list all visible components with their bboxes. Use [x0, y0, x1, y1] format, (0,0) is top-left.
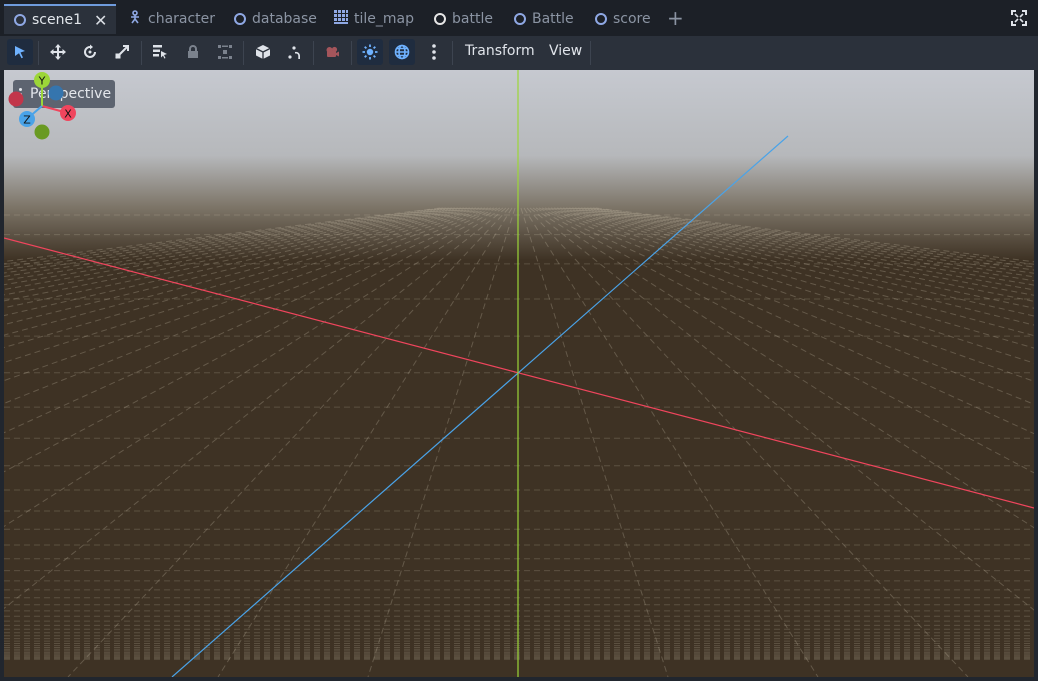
gizmo-neg-z-handle[interactable]	[48, 85, 64, 101]
environment-preview-icon[interactable]	[389, 39, 415, 65]
gizmo-y-label: Y	[38, 75, 46, 88]
grid-line	[547, 207, 1034, 364]
grid-line	[550, 207, 1034, 349]
tab-label: character	[148, 11, 216, 27]
gizmo-z-label: Z	[23, 114, 31, 127]
grid-icon	[334, 10, 348, 28]
grid-line	[4, 207, 468, 296]
transform-menu[interactable]: Transform	[465, 43, 535, 59]
gizmo-x-label: X	[64, 108, 72, 121]
select-tool-icon[interactable]	[7, 39, 33, 65]
tab-tile-map[interactable]: tile_map	[334, 4, 414, 34]
move-tool-icon[interactable]	[45, 39, 71, 65]
grid-line	[520, 207, 669, 677]
node3d-ring-icon	[14, 14, 26, 26]
tab-label: tile_map	[354, 11, 414, 27]
add-tab-icon[interactable]: +	[667, 6, 684, 30]
grid-line	[556, 207, 1034, 326]
grid-line	[4, 207, 504, 528]
3d-viewport[interactable]: Perspective X Y Z	[4, 70, 1034, 677]
tab-battle-3d[interactable]: Battle	[514, 4, 574, 34]
grid-line	[562, 207, 1034, 309]
grid-line	[4, 207, 471, 302]
node3d-ring-icon	[234, 13, 246, 25]
grid-line	[4, 207, 495, 404]
sun-preview-icon[interactable]	[357, 39, 383, 65]
tab-battle[interactable]: battle	[434, 4, 493, 34]
grid-line	[4, 207, 456, 278]
close-icon[interactable]: ✕	[94, 11, 107, 30]
lock-icon[interactable]	[180, 39, 206, 65]
group-icon[interactable]	[212, 39, 238, 65]
ruler-icon[interactable]	[282, 39, 308, 65]
grid-line	[4, 207, 477, 317]
tab-score[interactable]: score	[595, 4, 651, 34]
scene-tab-bar: scene1 ✕ character database tile_map bat…	[0, 0, 1038, 36]
grid-line	[4, 207, 450, 271]
node3d-ring-icon	[595, 13, 607, 25]
grid-line	[4, 207, 459, 281]
camera-preview-icon[interactable]	[319, 39, 345, 65]
tab-scene1[interactable]: scene1 ✕	[4, 4, 116, 34]
scale-tool-icon[interactable]	[109, 39, 135, 65]
grid-line	[4, 207, 474, 309]
tab-label: scene1	[32, 12, 82, 28]
gizmo-neg-y-handle[interactable]	[34, 124, 50, 140]
node-ring-white-icon	[434, 13, 446, 25]
tab-label: score	[613, 11, 651, 27]
grid-line	[565, 207, 1034, 302]
grid-line	[367, 207, 516, 677]
tab-label: database	[252, 11, 317, 27]
snap-object-icon[interactable]	[250, 39, 276, 65]
grid-line	[67, 207, 510, 677]
sky-horizon	[4, 70, 1034, 260]
tab-label: Battle	[532, 11, 574, 27]
grid-line	[538, 207, 1034, 435]
grid-line	[4, 207, 498, 434]
grid-line	[526, 207, 969, 677]
grid-line	[4, 207, 486, 349]
tab-label: battle	[452, 11, 493, 27]
list-select-icon[interactable]	[147, 39, 173, 65]
grid-line	[4, 207, 447, 268]
fullscreen-icon[interactable]	[1011, 10, 1027, 30]
grid-line	[4, 207, 465, 291]
more-options-icon[interactable]	[421, 39, 447, 65]
grid-line	[523, 207, 819, 677]
grid-line	[217, 207, 513, 677]
gizmo-neg-x-handle[interactable]	[8, 91, 24, 107]
node3d-ring-icon	[514, 13, 526, 25]
viewport-scene	[4, 70, 1034, 677]
view-orientation-gizmo[interactable]: X Y Z	[4, 70, 76, 142]
grid-line	[4, 207, 489, 363]
grid-line	[4, 207, 453, 274]
grid-line	[559, 207, 1034, 317]
tab-database[interactable]: database	[234, 4, 317, 34]
grid-line	[4, 207, 507, 610]
editor-window: scene1 ✕ character database tile_map bat…	[0, 0, 1038, 681]
view-menu[interactable]: View	[549, 43, 582, 59]
viewport-toolbar: Transform View	[0, 36, 1038, 70]
tab-character[interactable]: character	[128, 4, 215, 34]
grid-line	[568, 207, 1034, 296]
grid-line	[541, 207, 1034, 405]
rotate-tool-icon[interactable]	[77, 39, 103, 65]
skeleton-icon	[128, 10, 142, 28]
grid-line	[571, 207, 1034, 291]
grid-line	[577, 207, 1034, 282]
